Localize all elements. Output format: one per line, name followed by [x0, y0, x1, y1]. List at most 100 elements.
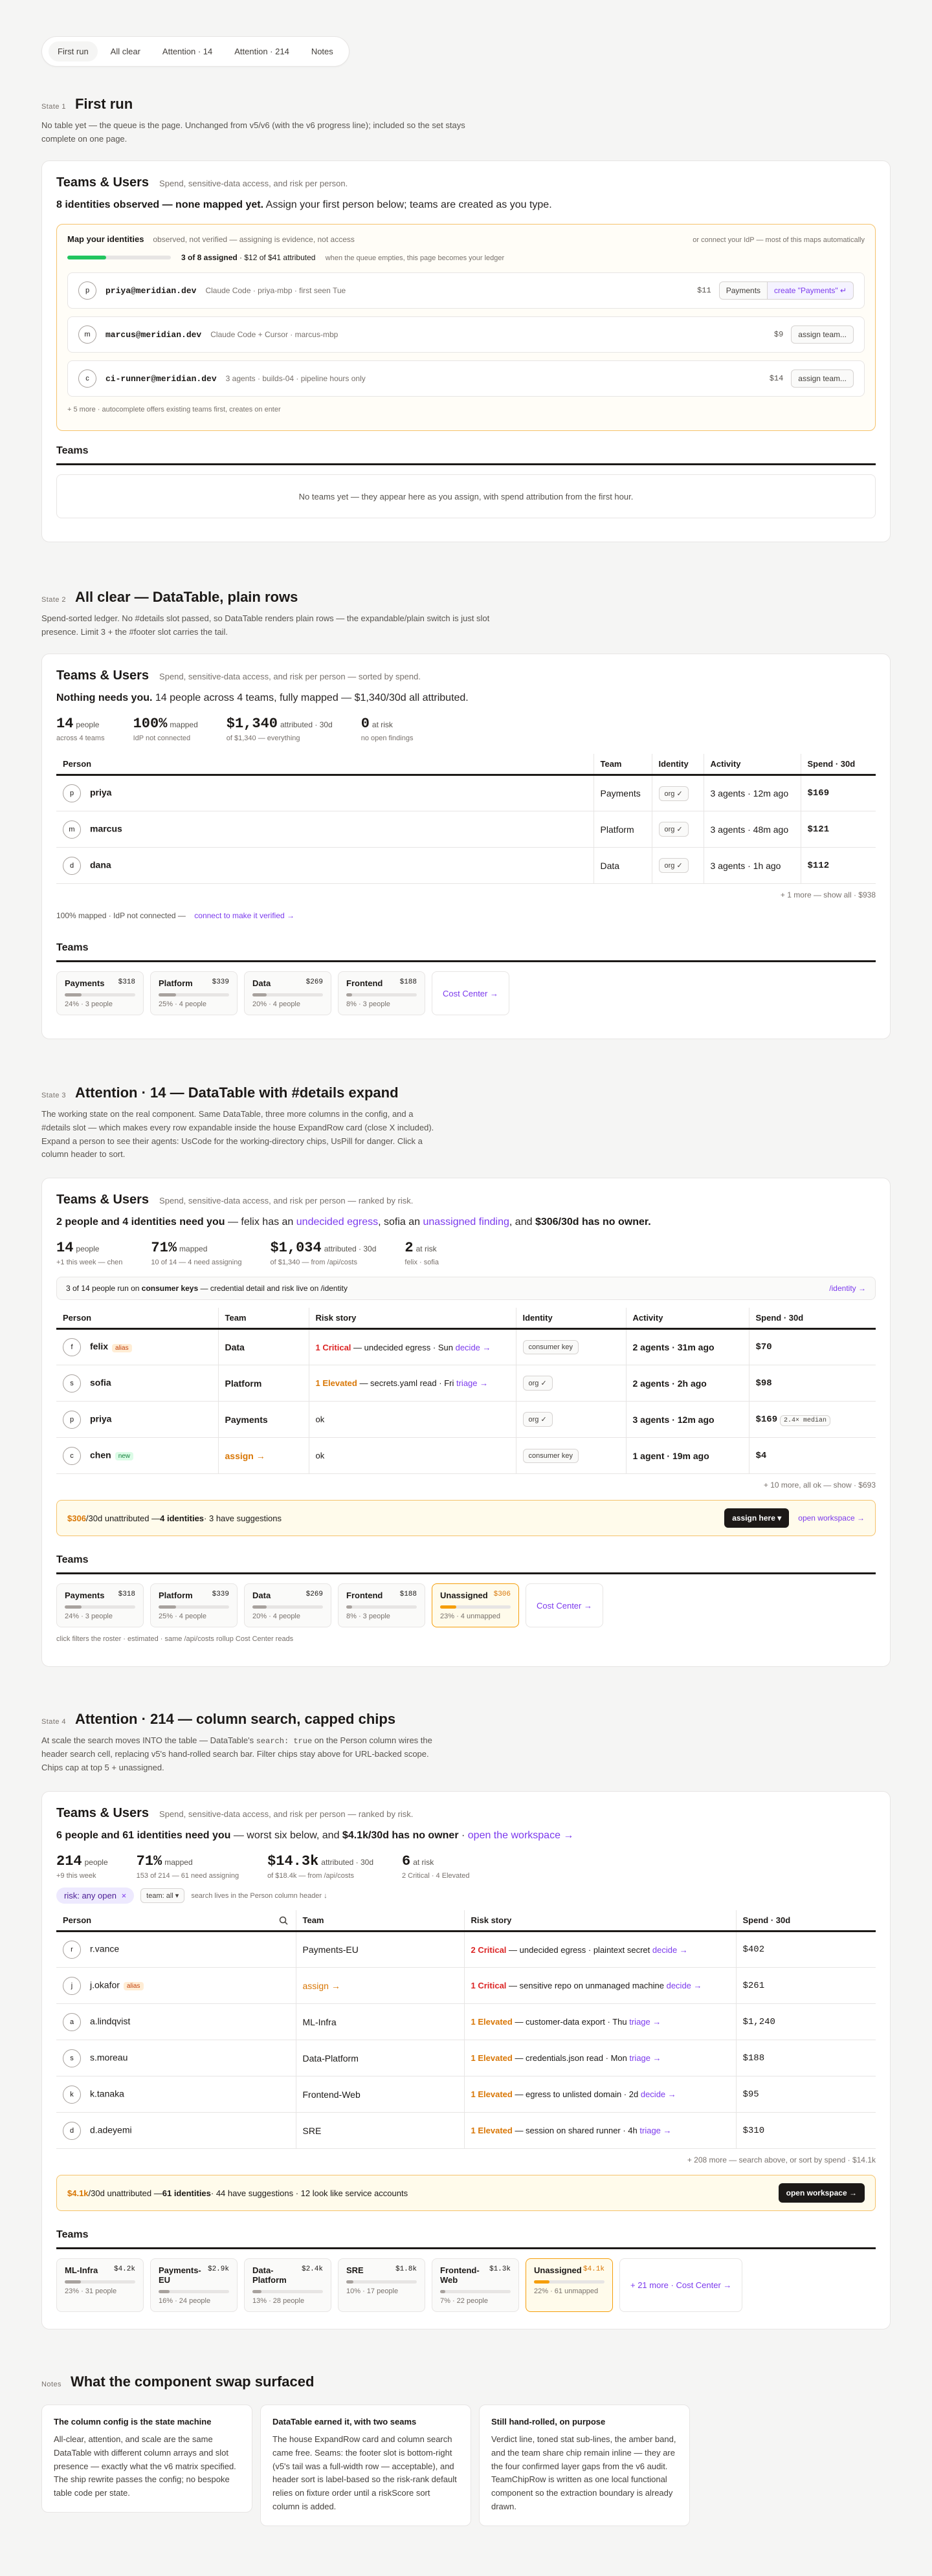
- column-header-identity[interactable]: Identity: [515, 1308, 626, 1330]
- panel-subtitle: observed, not verified — assigning is ev…: [153, 235, 355, 244]
- tab-notes[interactable]: Notes: [302, 41, 342, 61]
- progress-text: 3 of 8 assigned · $12 of $41 attributed …: [181, 253, 505, 262]
- state-number: State 4: [41, 1718, 66, 1726]
- table-row[interactable]: j j.okafor alias assign → 1 Critical — sensi…: [56, 1967, 876, 2004]
- team-chip-unassigned[interactable]: Unassigned $306 23% · 4 unmapped: [432, 1583, 519, 1627]
- stat-mapped: 71% mapped 153 of 214 — 61 need assigning: [136, 1853, 239, 1880]
- team-input[interactable]: Payments: [718, 281, 768, 300]
- team-chip-platform[interactable]: Platform $339 25% · 4 people: [150, 1583, 238, 1627]
- assign-team-link[interactable]: assign →: [217, 1437, 309, 1474]
- tab-attention-14[interactable]: Attention · 14: [153, 41, 221, 61]
- headline: 8 identities observed — none mapped yet.…: [56, 199, 876, 211]
- column-header-identity[interactable]: Identity: [651, 754, 704, 776]
- table-footer-show-all[interactable]: + 1 more — show all · $938: [56, 890, 876, 899]
- column-header-team[interactable]: Team: [295, 1910, 464, 1932]
- table-row[interactable]: c chen new assign → ok consumer key 1 agen…: [56, 1437, 876, 1474]
- cost-center-link[interactable]: Cost Center →: [526, 1583, 603, 1627]
- column-header-activity[interactable]: Activity: [625, 1308, 749, 1330]
- column-header-risk[interactable]: Risk story: [463, 1910, 736, 1932]
- team-chip-data[interactable]: Data $269 20% · 4 people: [244, 1583, 331, 1627]
- undecided-egress-link[interactable]: undecided egress: [296, 1216, 378, 1227]
- triage-link[interactable]: triage →: [456, 1378, 488, 1388]
- decide-link[interactable]: decide →: [641, 2089, 676, 2099]
- close-icon[interactable]: ×: [122, 1891, 127, 1900]
- open-workspace-button[interactable]: open workspace →: [778, 2183, 865, 2203]
- team-chip-payments[interactable]: Payments $318 24% · 3 people: [56, 1583, 144, 1627]
- column-header-team[interactable]: Team: [217, 1308, 309, 1330]
- team-chip-ml-infra[interactable]: ML-Infra $4.2k 23% · 31 people: [56, 2258, 144, 2312]
- assign-team-button[interactable]: assign team...: [791, 325, 854, 344]
- column-header-person[interactable]: Person: [56, 1308, 218, 1330]
- table-row[interactable]: p priya Payments org ✓ 3 agents · 12m ago…: [56, 775, 876, 811]
- team-chip-payments[interactable]: Payments $318 24% · 3 people: [56, 971, 144, 1015]
- assign-team-button[interactable]: assign team...: [791, 369, 854, 388]
- no-owner-link[interactable]: $306/30d has no owner.: [535, 1216, 651, 1227]
- more-identities[interactable]: + 5 more · autocomplete offers existing …: [67, 406, 865, 413]
- decide-link[interactable]: decide →: [456, 1343, 491, 1352]
- state-title: First run: [74, 96, 133, 112]
- people-table: Person Team Identity Activity Spend · 30…: [56, 754, 876, 884]
- search-icon[interactable]: [279, 1916, 288, 1925]
- table-row[interactable]: a a.lindqvist ML-Infra 1 Elevated — custome…: [56, 2003, 876, 2040]
- avatar: m: [78, 325, 96, 344]
- table-row[interactable]: f felix alias Data 1 Critical — undecided …: [56, 1328, 876, 1365]
- assign-here-button[interactable]: assign here ▾: [724, 1508, 790, 1528]
- column-header-spend[interactable]: Spend · 30d: [800, 754, 876, 776]
- team-chip-sre[interactable]: SRE $1.8k 10% · 17 people: [338, 2258, 425, 2312]
- unassigned-finding-link[interactable]: unassigned finding: [423, 1216, 509, 1227]
- team-chip-unassigned[interactable]: Unassigned $4.1k 22% · 61 unmapped: [526, 2258, 613, 2312]
- identity-page-link[interactable]: /identity →: [829, 1284, 866, 1293]
- identity-chip: org ✓: [658, 858, 689, 873]
- decide-link[interactable]: decide →: [652, 1945, 688, 1955]
- column-header-team[interactable]: Team: [593, 754, 652, 776]
- card-subtitle: Spend, sensitive-data access, and risk p…: [159, 672, 421, 681]
- table-row[interactable]: p priya Payments ok org ✓ 3 agents · 12m …: [56, 1401, 876, 1438]
- identity-row[interactable]: c ci-runner@meridian.dev 3 agents · buil…: [67, 360, 865, 397]
- cost-center-link[interactable]: Cost Center →: [432, 971, 509, 1015]
- table-row[interactable]: s s.moreau Data-Platform 1 Elevated — crede…: [56, 2040, 876, 2076]
- note-body: All-clear, attention, and scale are the …: [54, 2434, 236, 2498]
- open-workspace-link[interactable]: open workspace →: [798, 1514, 865, 1523]
- table-row[interactable]: s sofia Platform 1 Elevated — secrets.yam…: [56, 1365, 876, 1402]
- identity-row[interactable]: p priya@meridian.dev Claude Code · priya…: [67, 272, 865, 309]
- more-teams-cost-center-link[interactable]: + 21 more · Cost Center →: [619, 2258, 743, 2312]
- team-chip-payments-eu[interactable]: Payments-EU $2.9k 16% · 24 people: [150, 2258, 238, 2312]
- column-header-person[interactable]: Person: [56, 754, 594, 776]
- team-chip-data[interactable]: Data $269 20% · 4 people: [244, 971, 331, 1015]
- tab-all-clear[interactable]: All clear: [102, 41, 150, 61]
- table-footer-show-more[interactable]: + 208 more — search above, or sort by sp…: [56, 2155, 876, 2164]
- column-header-spend[interactable]: Spend · 30d: [748, 1308, 876, 1330]
- risk-filter-chip[interactable]: risk: any open ×: [56, 1888, 135, 1904]
- table-row[interactable]: d d.adeyemi SRE 1 Elevated — session on sha…: [56, 2112, 876, 2149]
- column-header-spend[interactable]: Spend · 30d: [735, 1910, 876, 1932]
- triage-link[interactable]: triage →: [639, 2126, 671, 2135]
- identity-row[interactable]: m marcus@meridian.dev Claude Code + Curs…: [67, 316, 865, 353]
- table-row[interactable]: k k.tanaka Frontend-Web 1 Elevated — egress…: [56, 2076, 876, 2113]
- team-chip-frontend[interactable]: Frontend $188 8% · 3 people: [338, 1583, 425, 1627]
- decide-link[interactable]: decide →: [667, 1981, 702, 1990]
- table-footer-show-all[interactable]: + 10 more, all ok — show · $693: [56, 1481, 876, 1490]
- tab-first-run[interactable]: First run: [49, 41, 98, 61]
- create-team-suggestion[interactable]: create "Payments" ↵: [768, 281, 854, 300]
- triage-link[interactable]: triage →: [629, 2017, 661, 2027]
- team-chip-frontend-web[interactable]: Frontend-Web $1.3k 7% · 22 people: [432, 2258, 519, 2312]
- tab-attention-214[interactable]: Attention · 214: [225, 41, 298, 61]
- assign-team-link[interactable]: assign →: [295, 1967, 464, 2004]
- spend-cell: $402: [735, 1931, 876, 1968]
- open-workspace-link[interactable]: open the workspace →: [468, 1830, 574, 1841]
- column-header-risk[interactable]: Risk story: [308, 1308, 516, 1330]
- team-chip-data-platform[interactable]: Data-Platform $2.4k 13% · 28 people: [244, 2258, 331, 2312]
- table-row[interactable]: m marcus Platform org ✓ 3 agents · 48m ag…: [56, 811, 876, 848]
- column-header-person[interactable]: Person: [56, 1910, 296, 1932]
- team-chip-frontend[interactable]: Frontend $188 8% · 3 people: [338, 971, 425, 1015]
- table-row[interactable]: r r.vance Payments-EU 2 Critical — undecide…: [56, 1931, 876, 1968]
- triage-link[interactable]: triage →: [629, 2053, 661, 2063]
- connect-idp-link[interactable]: or connect your IdP — most of this maps …: [693, 236, 865, 244]
- team-filter-dropdown[interactable]: team: all ▾: [140, 1888, 185, 1903]
- card-title: Teams & Users: [56, 668, 150, 683]
- team-chip-platform[interactable]: Platform $339 25% · 4 people: [150, 971, 238, 1015]
- table-row[interactable]: d dana Data org ✓ 3 agents · 1h ago $112: [56, 847, 876, 884]
- column-header-activity[interactable]: Activity: [703, 754, 801, 776]
- teams-title: Teams: [56, 2229, 876, 2249]
- connect-idp-link[interactable]: connect to make it verified →: [194, 911, 294, 920]
